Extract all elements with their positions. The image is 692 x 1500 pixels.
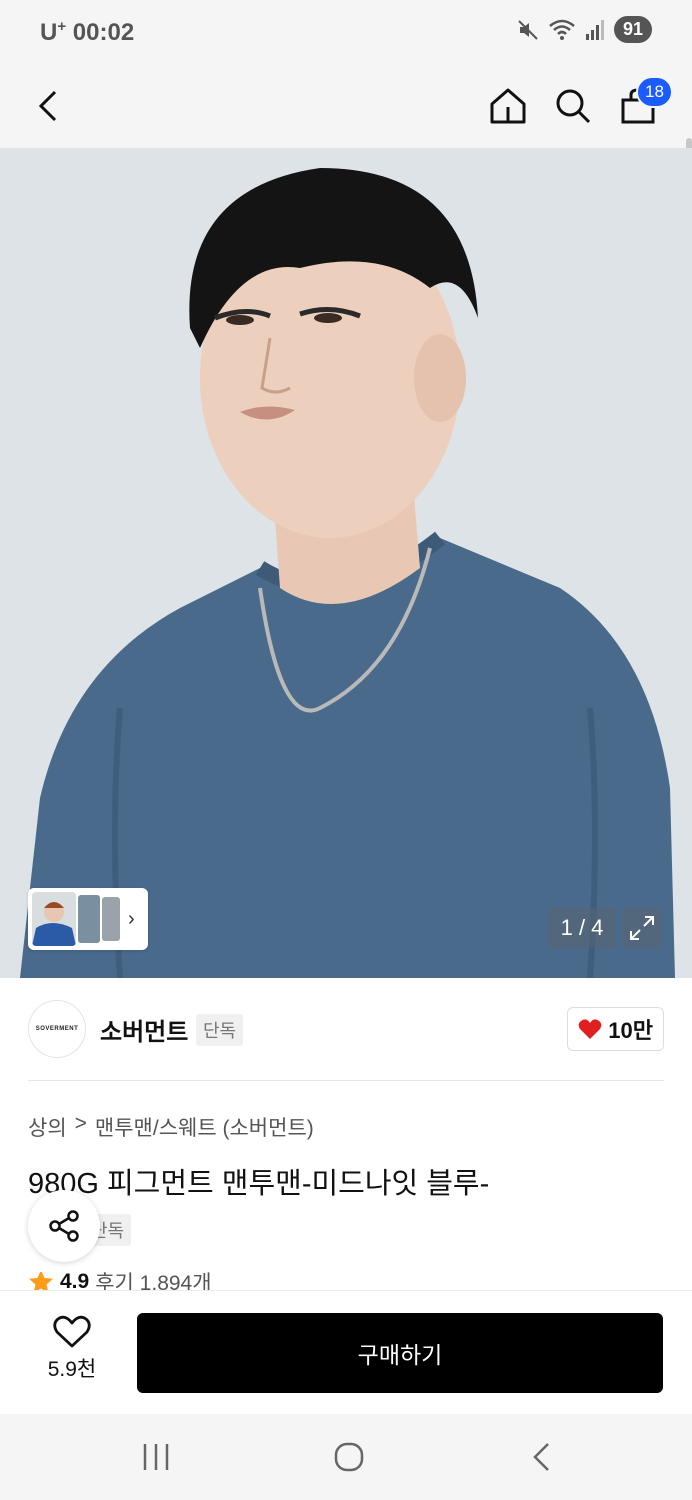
- expand-icon: [630, 916, 654, 940]
- breadcrumb-subcategory[interactable]: 맨투맨/스웨트 (소버먼트): [95, 1112, 314, 1142]
- cart-count-badge: 18: [636, 76, 673, 108]
- divider: [28, 1080, 664, 1081]
- purchase-action-bar: 5.9천 구매하기: [0, 1290, 692, 1414]
- image-page-indicator: 1 / 4: [548, 908, 616, 948]
- wishlist-count: 5.9천: [47, 1358, 97, 1381]
- home-system-button[interactable]: [319, 1434, 379, 1480]
- status-bar: U+ 00:02 91: [0, 0, 692, 64]
- product-photo: [0, 148, 692, 978]
- recent-apps-icon: [143, 1444, 169, 1470]
- recent-apps-button[interactable]: [126, 1434, 186, 1480]
- chevron-left-icon: [38, 90, 57, 122]
- carrier-time: U+ 00:02: [40, 18, 135, 46]
- breadcrumb-category[interactable]: 상의: [28, 1112, 67, 1142]
- back-arrow-icon: [533, 1443, 549, 1471]
- review-count: 후기 1,894개: [95, 1272, 212, 1292]
- chevron-right-icon: ›: [128, 907, 135, 930]
- thumbnail-image-3[interactable]: [102, 897, 120, 941]
- rating-score: 4.9: [60, 1272, 90, 1292]
- brand-row: SOVERMENT 소버먼트 단독 10만: [28, 998, 664, 1058]
- fullscreen-button[interactable]: [622, 908, 662, 948]
- home-circle-icon: [334, 1442, 364, 1472]
- product-image-carousel[interactable]: › 1 / 4: [0, 148, 692, 978]
- thumbnail-image-2[interactable]: [78, 895, 100, 943]
- top-nav: 18: [0, 64, 692, 182]
- mute-icon: [518, 19, 538, 40]
- search-button[interactable]: [545, 78, 601, 134]
- brand-logo[interactable]: SOVERMENT: [28, 1000, 86, 1058]
- brand-like-count: 10만: [608, 1018, 653, 1043]
- home-button[interactable]: [480, 78, 536, 134]
- product-title: 980G 피그먼트 맨투맨-미드나잇 블루-: [28, 1168, 490, 1200]
- share-icon: [49, 1210, 79, 1242]
- heart-outline-icon: [53, 1315, 91, 1348]
- system-navigation-bar: [0, 1414, 692, 1500]
- battery-level: 91: [613, 16, 652, 43]
- home-icon: [490, 88, 526, 124]
- breadcrumb-separator: >: [74, 1112, 87, 1135]
- share-button[interactable]: [28, 1190, 100, 1262]
- search-icon: [556, 89, 591, 124]
- wifi-icon: [549, 19, 575, 40]
- breadcrumb: 상의 > 맨투맨/스웨트 (소버먼트): [28, 1112, 314, 1142]
- system-back-button[interactable]: [512, 1434, 572, 1480]
- star-icon: [29, 1272, 53, 1292]
- thumbnail-strip[interactable]: ›: [28, 888, 148, 950]
- signal-icon: [585, 19, 604, 40]
- brand-name[interactable]: 소버먼트: [100, 1012, 188, 1047]
- cart-button[interactable]: 18: [610, 76, 673, 134]
- buy-button[interactable]: 구매하기: [137, 1313, 663, 1393]
- heart-filled-icon: [578, 1019, 602, 1039]
- thumbnail-image[interactable]: [32, 892, 76, 946]
- brand-like-button[interactable]: 10만: [567, 1007, 664, 1051]
- rating-row[interactable]: 4.9 후기 1,894개: [28, 1272, 212, 1292]
- wishlist-button[interactable]: 5.9천: [28, 1315, 116, 1391]
- status-icons: 91: [516, 16, 652, 43]
- brand-exclusive-tag: 단독: [196, 1014, 244, 1046]
- back-button[interactable]: [22, 78, 78, 134]
